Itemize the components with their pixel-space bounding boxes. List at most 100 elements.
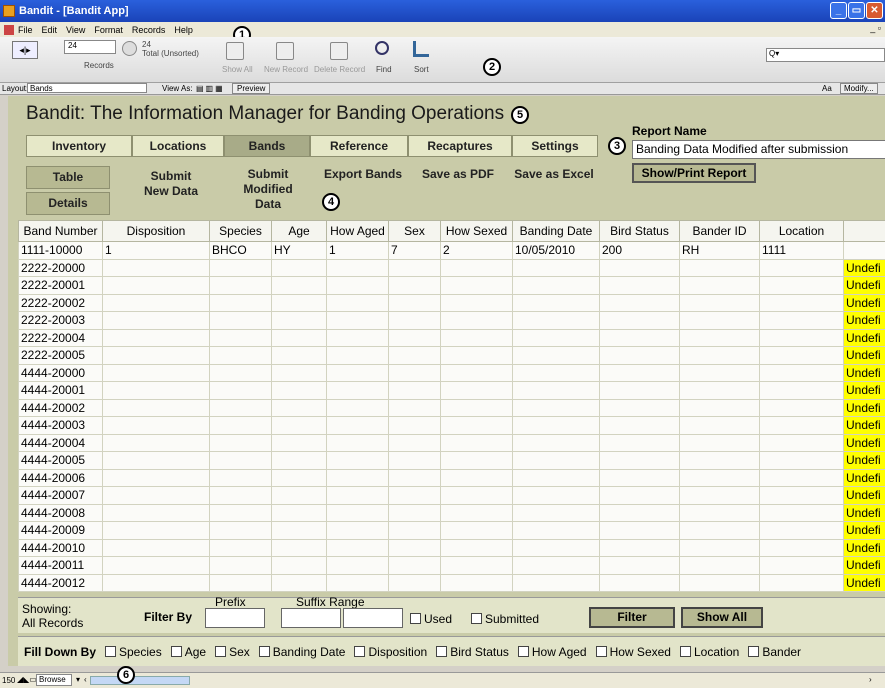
cell-disposition[interactable] (102, 311, 210, 330)
cell-location[interactable] (759, 503, 844, 522)
suffix-from-input[interactable] (281, 608, 341, 628)
cell-banding-date[interactable] (512, 573, 600, 592)
cell-location[interactable] (759, 258, 844, 277)
cell-band-number[interactable]: 4444-20004 (18, 433, 103, 452)
cell-banding-date[interactable] (512, 398, 600, 417)
filldown-checkbox[interactable] (748, 645, 760, 657)
cell-bird-status[interactable] (599, 363, 680, 382)
sort-button[interactable]: Sort (414, 65, 429, 74)
cell-location[interactable] (759, 486, 844, 505)
table-row[interactable]: 4444-20008 Undefi (18, 503, 885, 522)
table-row[interactable]: 4444-20002 Undefi (18, 398, 885, 417)
col-sex[interactable]: Sex (388, 220, 441, 242)
col-disposition[interactable]: Disposition (102, 220, 210, 242)
cell-how-sexed[interactable] (440, 573, 513, 592)
cell-bander-id[interactable] (679, 293, 760, 312)
cell-disposition[interactable] (102, 416, 210, 435)
cell-age[interactable] (271, 416, 327, 435)
cell-location[interactable] (759, 573, 844, 592)
show-all-icon[interactable] (226, 42, 244, 60)
cell-disposition[interactable] (102, 468, 210, 487)
cell-bird-status[interactable] (599, 293, 680, 312)
cell-age[interactable] (271, 363, 327, 382)
cell-bird-status[interactable] (599, 311, 680, 330)
cell-how-sexed[interactable] (440, 503, 513, 522)
filldown-checkbox[interactable] (105, 645, 116, 657)
cell-how-sexed[interactable]: 2 (440, 241, 513, 260)
cell-age[interactable] (271, 451, 327, 470)
cell-how-aged[interactable] (326, 276, 389, 295)
cell-bander-id[interactable] (679, 468, 760, 487)
cell-band-number[interactable]: 1111-10000 (18, 241, 103, 260)
cell-how-aged[interactable] (326, 538, 389, 557)
cell-banding-date[interactable] (512, 258, 600, 277)
filldown-option-disposition[interactable]: Disposition (354, 645, 427, 659)
restore-button[interactable]: ▭ (848, 2, 865, 19)
table-row[interactable]: 2222-20004 Undefi (18, 328, 885, 347)
cell-species[interactable] (209, 521, 272, 540)
cell-bander-id[interactable] (679, 258, 760, 277)
cell-band-number[interactable]: 4444-20012 (18, 573, 103, 592)
filldown-option-how-sexed[interactable]: How Sexed (595, 645, 671, 659)
cell-band-number[interactable]: 2222-20004 (18, 328, 103, 347)
cell-species[interactable] (209, 451, 272, 470)
cell-bander-id[interactable] (679, 398, 760, 417)
cell-disposition[interactable] (102, 486, 210, 505)
cell-bander-id[interactable] (679, 451, 760, 470)
cell-how-aged[interactable] (326, 486, 389, 505)
col-bander-id[interactable]: Bander ID (679, 220, 760, 242)
cell-how-aged[interactable] (326, 293, 389, 312)
used-checkbox-box[interactable] (410, 613, 421, 624)
table-row[interactable]: 4444-20000 Undefi (18, 363, 885, 382)
cell-species[interactable]: BHCO (209, 241, 272, 260)
cell-disposition[interactable] (102, 503, 210, 522)
find-icon[interactable] (375, 41, 389, 55)
cell-disposition[interactable] (102, 363, 210, 382)
cell-sex[interactable] (388, 381, 441, 400)
cell-how-aged[interactable] (326, 311, 389, 330)
table-row[interactable]: 2222-20005 Undefi (18, 346, 885, 365)
zoom-level[interactable]: 150 (2, 676, 15, 685)
tab-inventory[interactable]: Inventory (26, 135, 132, 157)
tab-settings[interactable]: Settings (512, 135, 598, 157)
col-species[interactable]: Species (209, 220, 272, 242)
record-number-field[interactable]: 24 (64, 40, 116, 54)
cell-age[interactable] (271, 556, 327, 575)
cell-how-sexed[interactable] (440, 381, 513, 400)
filldown-checkbox[interactable] (215, 645, 227, 657)
cell-how-aged[interactable] (326, 521, 389, 540)
cell-bander-id[interactable] (679, 573, 760, 592)
cell-how-sexed[interactable] (440, 293, 513, 312)
cell-how-sexed[interactable] (440, 328, 513, 347)
cell-species[interactable] (209, 503, 272, 522)
cell-location[interactable] (759, 468, 844, 487)
cell-sex[interactable] (388, 328, 441, 347)
cell-disposition[interactable] (102, 346, 210, 365)
cell-disposition[interactable] (102, 573, 210, 592)
cell-how-sexed[interactable] (440, 363, 513, 382)
cell-band-number[interactable]: 4444-20007 (18, 486, 103, 505)
table-row[interactable]: 2222-20003 Undefi (18, 311, 885, 330)
cell-location[interactable] (759, 363, 844, 382)
table-row[interactable]: 4444-20004 Undefi (18, 433, 885, 452)
cell-age[interactable] (271, 276, 327, 295)
cell-band-number[interactable]: 4444-20010 (18, 538, 103, 557)
filldown-checkbox[interactable] (679, 645, 691, 657)
cell-sex[interactable] (388, 346, 441, 365)
cell-disposition[interactable] (102, 521, 210, 540)
cell-location[interactable] (759, 433, 844, 452)
cell-disposition[interactable] (102, 433, 210, 452)
cell-age[interactable] (271, 293, 327, 312)
cell-location[interactable] (759, 521, 844, 540)
cell-how-sexed[interactable] (440, 433, 513, 452)
cell-bander-id[interactable] (679, 556, 760, 575)
cell-species[interactable] (209, 573, 272, 592)
col-location[interactable]: Location (759, 220, 844, 242)
scroll-right-arrow[interactable]: › (869, 675, 872, 684)
cell-disposition[interactable] (102, 451, 210, 470)
filldown-checkbox[interactable] (354, 645, 366, 657)
suffix-to-input[interactable] (343, 608, 403, 628)
show-all-toolbar-button[interactable]: Show All (222, 65, 253, 74)
cell-how-aged[interactable] (326, 346, 389, 365)
cell-how-sexed[interactable] (440, 451, 513, 470)
